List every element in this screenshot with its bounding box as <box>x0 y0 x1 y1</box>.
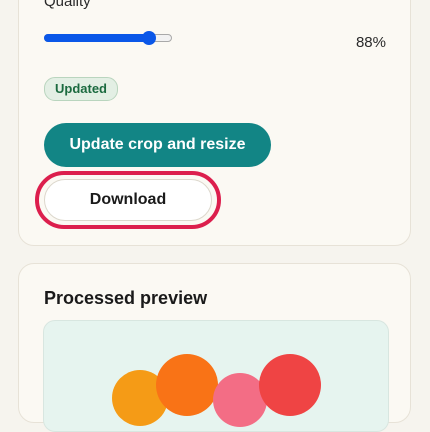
update-crop-resize-button[interactable]: Update crop and resize <box>44 123 271 167</box>
download-button[interactable]: Download <box>44 179 212 221</box>
quality-value: 88% <box>355 34 386 51</box>
slider-fill <box>44 34 149 42</box>
quality-slider[interactable] <box>44 31 172 45</box>
preview-title: Processed preview <box>44 288 208 308</box>
quality-label: Quality <box>44 0 91 10</box>
slider-thumb[interactable] <box>142 31 156 45</box>
preview-graphic <box>112 354 321 427</box>
red-circle <box>259 354 321 416</box>
dark-orange-circle <box>156 354 218 416</box>
pink-circle <box>213 373 267 427</box>
preview-card: Processed preview <box>18 263 411 432</box>
status-badge: Updated <box>44 77 118 101</box>
preview-image <box>43 320 389 432</box>
settings-card: Quality 88% Updated Update crop and resi… <box>18 0 411 246</box>
